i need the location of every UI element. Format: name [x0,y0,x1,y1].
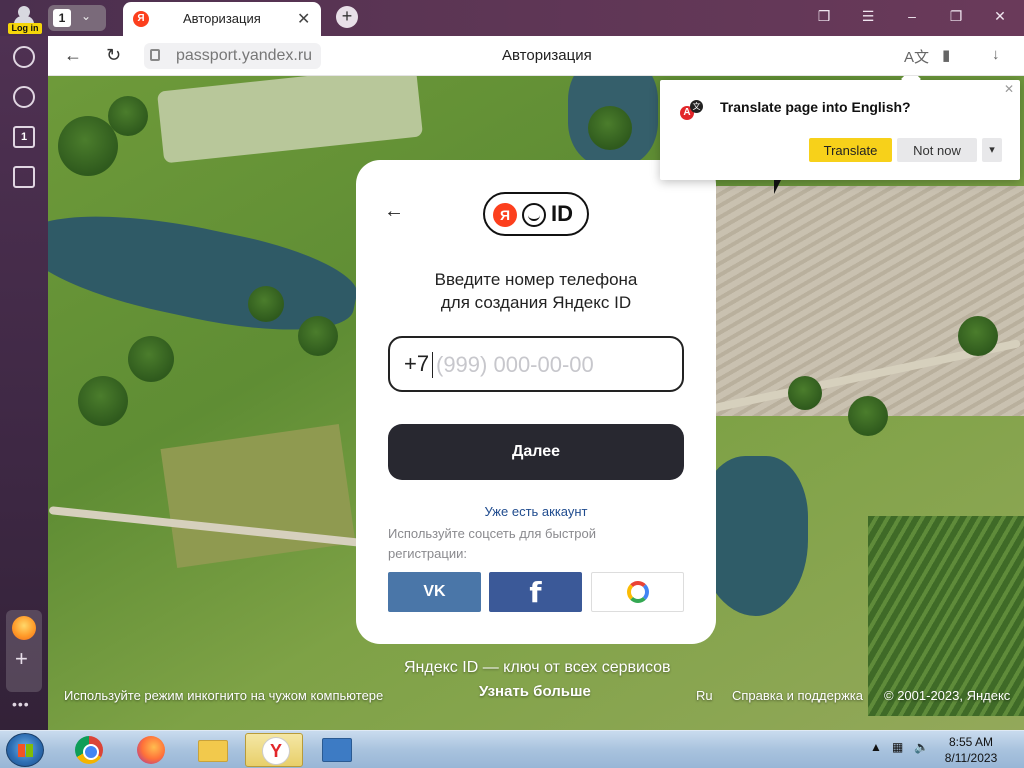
close-window-icon[interactable]: ✕ [990,8,1010,25]
network-icon[interactable]: ▦ [892,740,903,754]
restore-icon[interactable]: ❐ [946,8,966,25]
taskbar-firefox[interactable] [121,733,179,767]
windows-taskbar: Y ▲ ▦ 🔈 8:55 AM 8/11/2023 [0,730,1024,768]
page-title: Авторизация [502,47,592,64]
address-bar: ← ↻ passport.yandex.ru Авторизация A文 ▮ … [48,36,1024,76]
start-button[interactable] [6,733,44,767]
yandex-favicon-icon: Я [133,11,149,27]
add-panel-icon[interactable]: + [15,646,28,672]
mouse-cursor-icon [774,180,781,194]
copyright-text: © 2001-2023, Яндекс [884,688,1011,703]
sidebar-widgets: + [6,610,42,692]
form-heading: Введите номер телефона для создания Янде… [434,270,638,312]
tab-count: 1 [53,9,71,27]
tab-authorization[interactable]: Я Авторизация ✕ [123,2,321,36]
close-tab-icon[interactable]: ✕ [297,9,310,29]
text-caret [432,352,433,378]
play-icon[interactable] [13,86,35,108]
login-badge[interactable]: Log in [8,23,42,34]
google-icon [627,581,649,603]
social-hint-text: Используйте соцсеть для быстрой регистра… [388,526,597,561]
browser-tab-bar: Log in 1 ⌄ Я Авторизация ✕ + ❒ ☰ – ❐ ✕ [0,0,1024,36]
new-tab-button[interactable]: + [336,6,358,28]
back-arrow-icon[interactable]: ← [64,45,82,66]
firefox-icon [137,736,165,764]
screenshot-camera-icon[interactable] [13,166,35,188]
history-clock-icon[interactable] [13,46,35,68]
date-text: 8/11/2023 [944,751,998,765]
tray-expand-icon[interactable]: ▲ [870,740,882,754]
folder-icon [198,740,228,762]
bookmarks-collections-icon[interactable]: ❒ [814,8,834,25]
translate-icon[interactable]: A文 [904,46,929,67]
url-field[interactable]: passport.yandex.ru [144,43,321,69]
reload-icon[interactable]: ↻ [106,45,121,66]
translate-button[interactable]: Translate [809,138,892,162]
taskbar-yandex[interactable]: Y [245,733,303,767]
chevron-down-icon[interactable]: ▾ [982,138,1002,162]
incognito-hint: Используйте режим инкогнито на чужом ком… [64,688,384,703]
translate-question: Translate page into English? [720,99,911,115]
lock-icon[interactable] [150,49,160,61]
close-popup-icon[interactable]: ✕ [1004,82,1014,96]
windows-logo-icon [18,744,33,757]
logo-id-text: ID [551,201,573,226]
clock[interactable]: 8:55 AM 8/11/2023 [940,734,1002,766]
taskbar-explorer[interactable] [183,733,241,767]
slogan-text: Яндекс ID — ключ от всех сервисов [404,659,671,676]
bookmark-icon[interactable]: ▮ [942,46,950,64]
learn-more-link[interactable]: Узнать больше [479,683,591,700]
time-text: 8:55 AM [948,735,994,749]
menu-icon[interactable]: ☰ [858,8,878,25]
tab-group-button[interactable]: 1 ⌄ [48,5,106,31]
have-account-link[interactable]: Уже есть аккаунт [356,504,716,519]
page-viewport: ← Я ID Введите номер телефона для создан… [48,76,1024,730]
browser-sidebar: 1 + ••• [0,36,48,730]
not-now-button[interactable]: Not now [897,138,977,162]
yandex-logo-icon: Я [493,203,517,227]
facebook-icon: f [529,576,542,609]
translate-popup: A 文 Translate page into English? ✕ Trans… [660,80,1020,180]
phone-input[interactable] [436,348,676,382]
google-login-button[interactable] [591,572,684,612]
minimize-icon[interactable]: – [902,8,922,24]
translate-badge-icon: A 文 [680,98,704,122]
url-text: passport.yandex.ru [176,47,313,64]
tabs-counter-icon[interactable]: 1 [13,126,35,148]
login-card: ← Я ID Введите номер телефона для создан… [356,160,716,644]
yandex-browser-icon: Y [262,737,290,765]
language-link[interactable]: Ru [696,688,713,703]
help-link[interactable]: Справка и поддержка [732,688,863,703]
alice-icon[interactable] [12,616,36,640]
profile-button[interactable]: Log in [6,2,42,34]
control-panel-icon [322,738,352,762]
next-button[interactable]: Далее [388,424,684,480]
volume-muted-icon[interactable]: 🔈 [914,740,929,754]
taskbar-chrome[interactable] [59,733,117,767]
back-arrow-icon[interactable]: ← [384,200,404,223]
vk-login-button[interactable]: VK [388,572,481,612]
phone-prefix: +7 [404,351,430,376]
phone-field[interactable]: +7 [388,336,684,392]
more-dots-icon[interactable]: ••• [12,696,30,712]
tab-title: Авторизация [183,11,261,26]
facebook-login-button[interactable]: f [489,572,582,612]
vk-icon: VK [423,583,446,600]
smile-icon [522,203,546,227]
download-icon[interactable]: ↓ [992,46,1000,63]
taskbar-control-panel[interactable] [307,733,365,767]
chevron-down-icon: ⌄ [81,9,92,23]
chrome-icon [75,736,103,764]
yandex-id-logo: Я ID [483,192,589,236]
